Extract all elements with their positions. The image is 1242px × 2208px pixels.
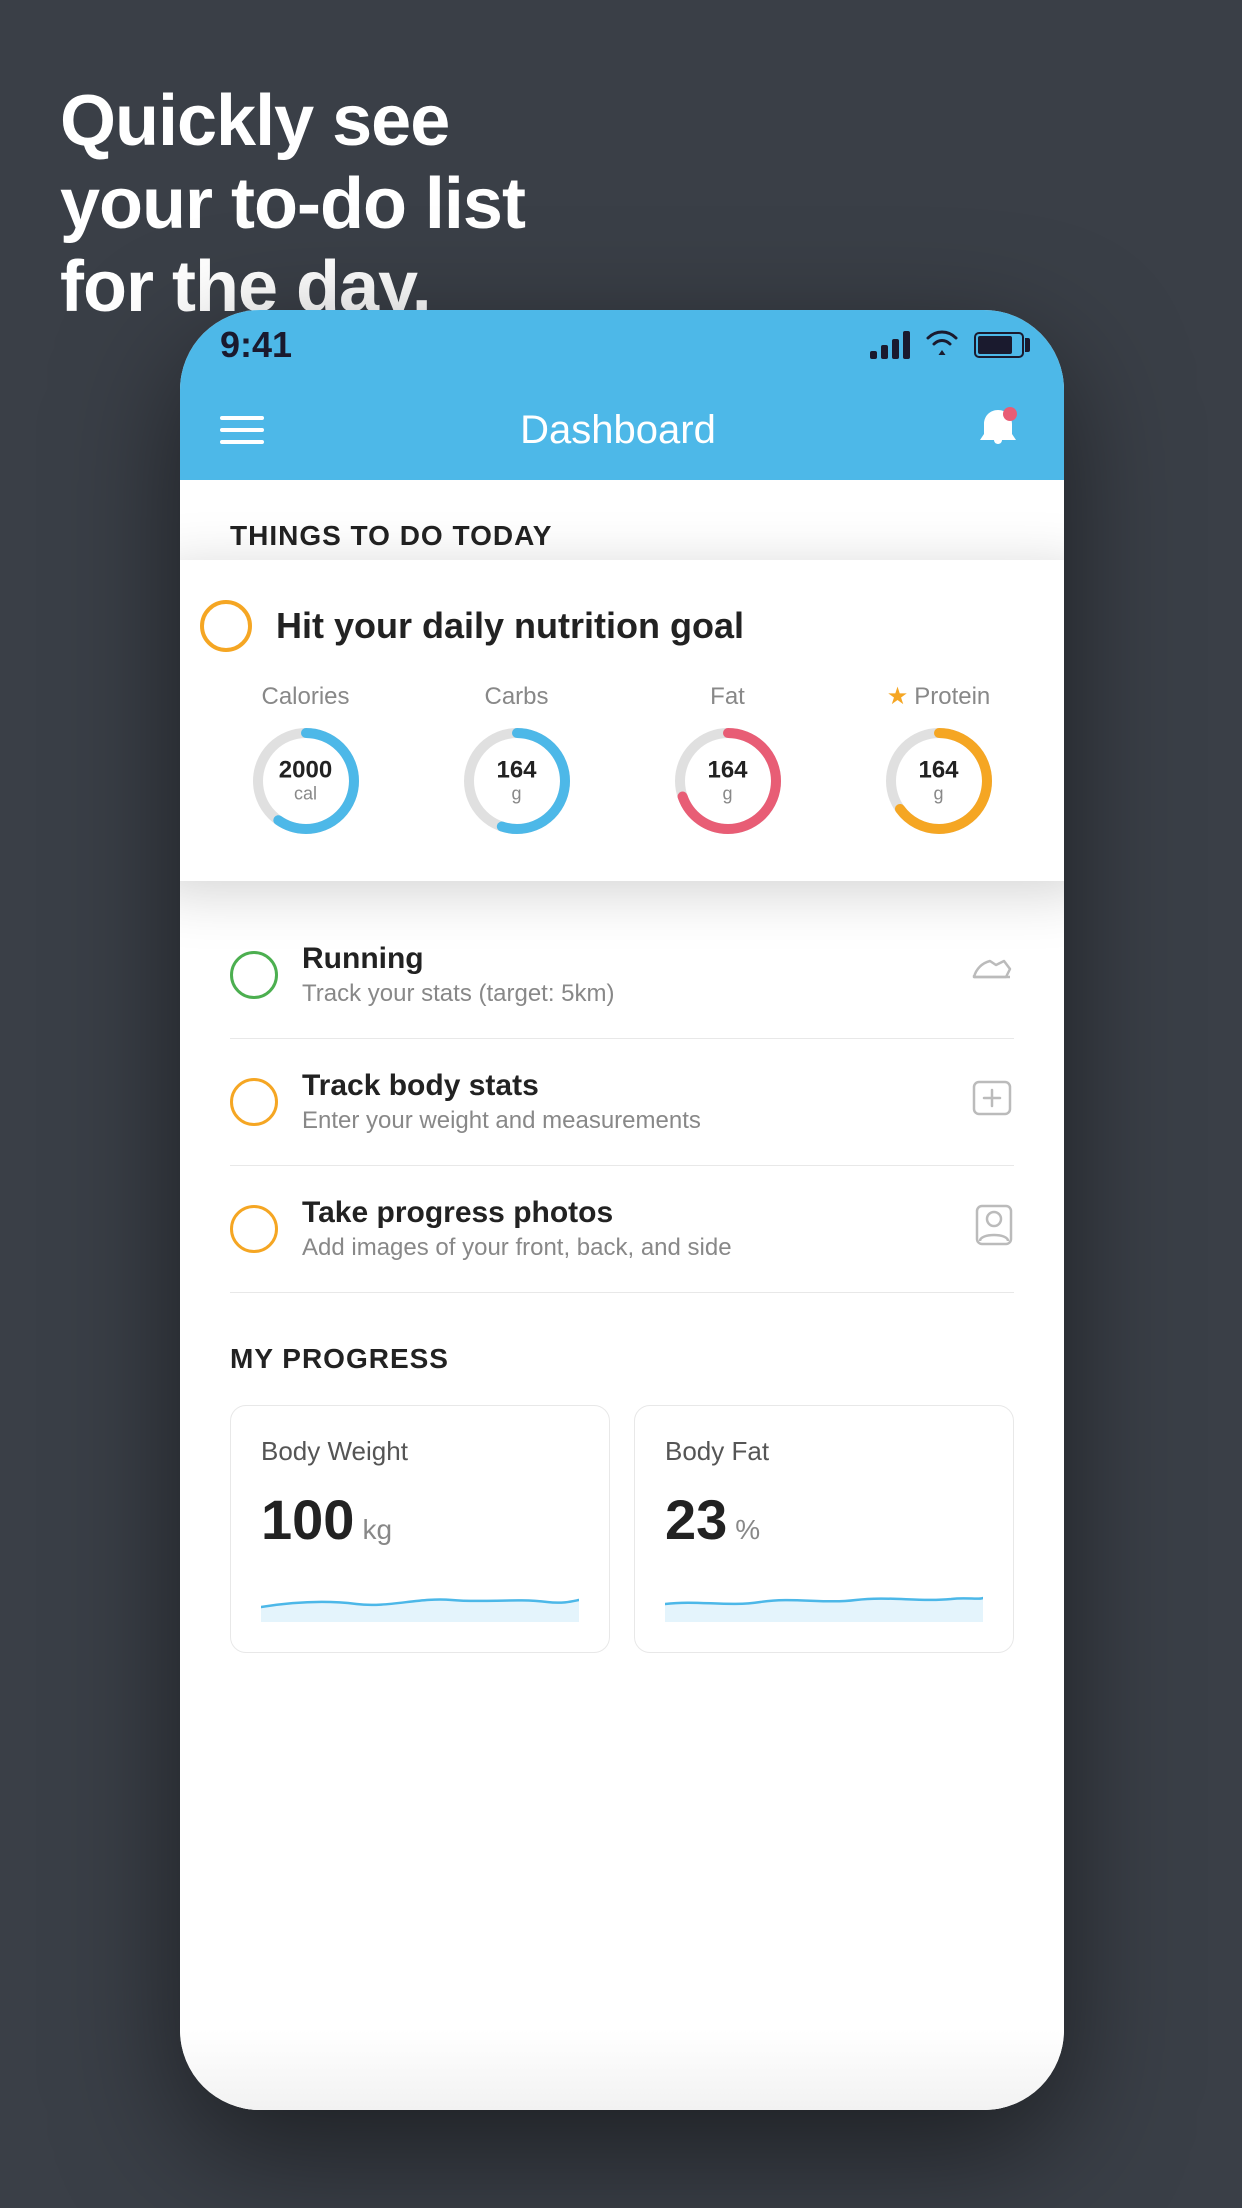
todo-item-progress-photos[interactable]: Take progress photos Add images of your … (230, 1166, 1014, 1293)
star-icon: ★ (887, 682, 909, 711)
app-header: Dashboard (180, 380, 1064, 480)
carbs-label: Carbs (484, 683, 548, 711)
body-weight-card[interactable]: Body Weight 100 kg (230, 1405, 610, 1653)
calories-value: 2000 (279, 757, 332, 783)
fat-unit: g (707, 783, 747, 804)
shoe-icon (970, 953, 1014, 998)
fat-label: Fat (710, 683, 745, 711)
main-content: THINGS TO DO TODAY Hit your daily nutrit… (180, 480, 1064, 2110)
fat-value: 164 (707, 757, 747, 783)
nutrition-item-fat: Fat 164 g (668, 683, 788, 841)
portrait-icon (974, 1203, 1014, 1256)
headline: Quickly see your to-do list for the day. (60, 80, 525, 328)
body-weight-value: 100 (261, 1487, 354, 1552)
nutrition-card-title: Hit your daily nutrition goal (276, 605, 744, 647)
running-subtitle: Track your stats (target: 5km) (302, 980, 946, 1008)
scale-icon (970, 1078, 1014, 1127)
nutrition-goals: Calories 2000 cal Carbs (200, 682, 1044, 841)
todo-list: Running Track your stats (target: 5km) T… (180, 912, 1064, 1293)
calories-label: Calories (261, 683, 349, 711)
body-weight-title: Body Weight (261, 1436, 579, 1467)
todo-circle-body-stats (230, 1078, 278, 1126)
progress-header: MY PROGRESS (230, 1343, 1014, 1375)
body-fat-unit: % (735, 1514, 760, 1546)
status-bar: 9:41 (180, 310, 1064, 380)
progress-cards: Body Weight 100 kg Body Fat (230, 1405, 1014, 1653)
body-fat-title: Body Fat (665, 1436, 983, 1467)
hamburger-menu[interactable] (220, 416, 264, 444)
body-stats-subtitle: Enter your weight and measurements (302, 1107, 946, 1135)
header-title: Dashboard (520, 408, 716, 453)
todo-item-running[interactable]: Running Track your stats (target: 5km) (230, 912, 1014, 1039)
calories-unit: cal (279, 783, 332, 804)
bottom-fade (180, 2030, 1064, 2110)
signal-icon (870, 331, 910, 359)
phone-frame: 9:41 Dashboard (180, 310, 1064, 2110)
battery-icon (974, 332, 1024, 358)
protein-value: 164 (918, 757, 958, 783)
fat-donut: 164 g (668, 721, 788, 841)
body-fat-value-row: 23 % (665, 1487, 983, 1552)
wifi-icon (924, 328, 960, 363)
body-stats-title: Track body stats (302, 1069, 946, 1103)
nutrition-card: Hit your daily nutrition goal Calories 2… (180, 560, 1064, 881)
progress-photos-subtitle: Add images of your front, back, and side (302, 1234, 950, 1262)
todo-circle-nutrition[interactable] (200, 600, 252, 652)
nutrition-item-calories: Calories 2000 cal (246, 683, 366, 841)
carbs-unit: g (496, 783, 536, 804)
todo-text-body-stats: Track body stats Enter your weight and m… (302, 1069, 946, 1135)
status-icons (870, 328, 1024, 363)
protein-unit: g (918, 784, 958, 805)
todo-text-running: Running Track your stats (target: 5km) (302, 942, 946, 1008)
things-to-do-header: THINGS TO DO TODAY (180, 480, 1064, 572)
running-title: Running (302, 942, 946, 976)
todo-circle-progress-photos (230, 1205, 278, 1253)
progress-photos-title: Take progress photos (302, 1196, 950, 1230)
body-weight-value-row: 100 kg (261, 1487, 579, 1552)
body-weight-unit: kg (362, 1514, 392, 1546)
nutrition-item-protein: ★ Protein 164 g (879, 682, 999, 841)
body-fat-chart (665, 1572, 983, 1622)
protein-label: ★ Protein (887, 682, 991, 711)
protein-donut: 164 g (879, 721, 999, 841)
nutrition-item-carbs: Carbs 164 g (457, 683, 577, 841)
todo-text-progress-photos: Take progress photos Add images of your … (302, 1196, 950, 1262)
notification-bell-icon[interactable] (972, 404, 1024, 456)
body-fat-card[interactable]: Body Fat 23 % (634, 1405, 1014, 1653)
body-weight-chart (261, 1572, 579, 1622)
progress-section: MY PROGRESS Body Weight 100 kg (180, 1293, 1064, 1683)
todo-circle-running (230, 951, 278, 999)
todo-item-body-stats[interactable]: Track body stats Enter your weight and m… (230, 1039, 1014, 1166)
carbs-value: 164 (496, 757, 536, 783)
carbs-donut: 164 g (457, 721, 577, 841)
body-fat-value: 23 (665, 1487, 727, 1552)
status-time: 9:41 (220, 324, 292, 366)
calories-donut: 2000 cal (246, 721, 366, 841)
